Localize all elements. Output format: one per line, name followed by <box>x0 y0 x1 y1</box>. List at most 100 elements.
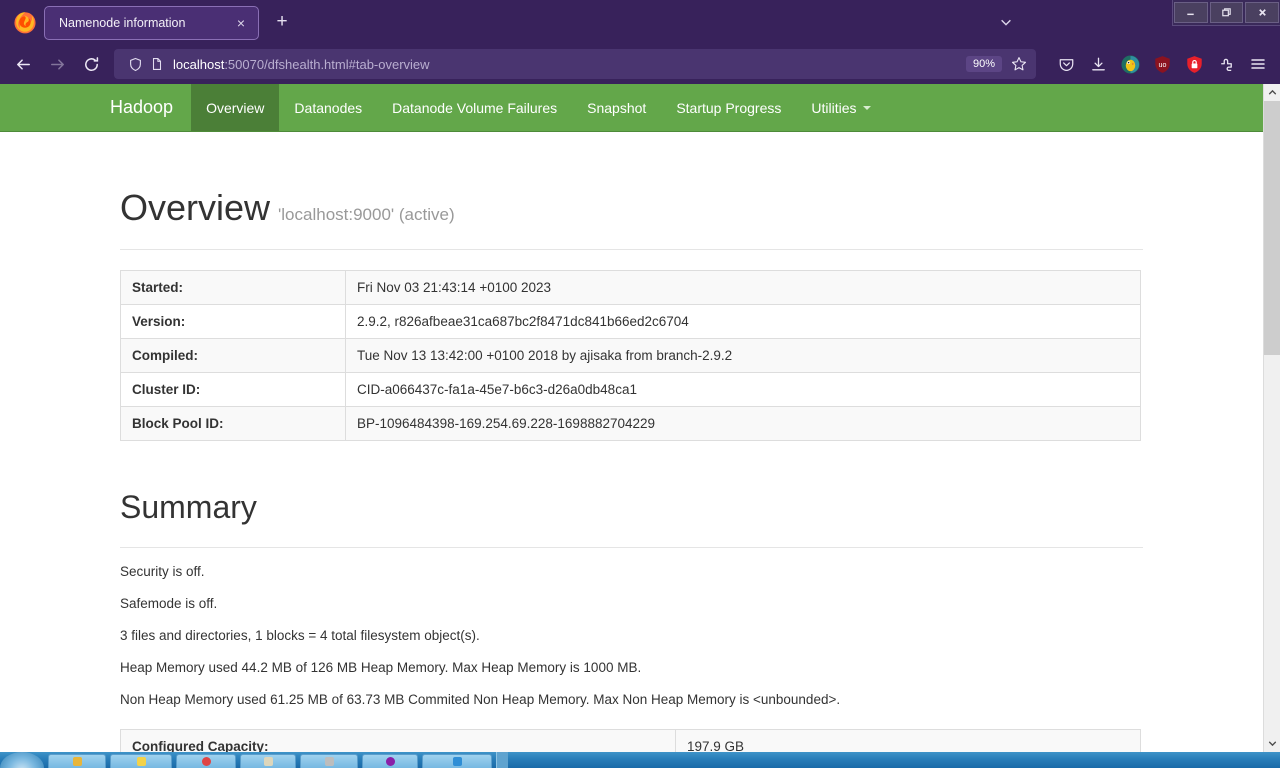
svg-text:uo: uo <box>1158 60 1166 68</box>
taskbar-item-icon <box>263 757 273 766</box>
shield-icon[interactable] <box>124 53 146 75</box>
chevron-down-icon[interactable] <box>994 10 1018 34</box>
divider <box>120 248 1143 250</box>
table-row: Cluster ID: CID-a066437c-fa1a-45e7-b6c3-… <box>120 371 1141 407</box>
back-button-icon[interactable] <box>6 49 40 79</box>
nav-item-datanode-volume-failures-label: Datanode Volume Failures <box>392 99 558 116</box>
account-extension-icon[interactable] <box>1210 49 1242 79</box>
row-key: Compiled: <box>120 337 346 373</box>
browser-tab-namenode-information[interactable]: Namenode information × <box>44 6 259 40</box>
url-bar[interactable]: localhost:50070/dfshealth.html#tab-overv… <box>114 49 1036 79</box>
nav-item-datanodes[interactable]: Datanodes <box>279 84 377 131</box>
table-row: Configured Capacity: 197.9 GB <box>120 728 1141 752</box>
page-scrollbar[interactable] <box>1263 84 1280 752</box>
bookmark-star-icon[interactable] <box>1006 51 1032 77</box>
tab-strip: Namenode information × + <box>0 0 1170 44</box>
taskbar-item[interactable] <box>48 754 106 768</box>
table-row: Version: 2.9.2, r826afbeae31ca687bc2f847… <box>120 303 1141 339</box>
nav-item-overview-label: Overview <box>206 99 265 116</box>
taskbar-item[interactable] <box>110 754 172 768</box>
hadoop-brand[interactable]: Hadoop <box>110 84 191 131</box>
summary-line: Security is off. <box>120 563 205 579</box>
row-key: Cluster ID: <box>120 371 346 407</box>
restore-button[interactable] <box>1209 2 1244 23</box>
show-desktop-button[interactable] <box>496 752 508 768</box>
scrollbar-thumb[interactable] <box>1264 101 1280 355</box>
firefox-logo-icon <box>14 12 36 34</box>
page-title: Overview 'localhost:9000' (active) <box>120 188 1143 228</box>
row-value: 197.9 GB <box>675 728 1141 752</box>
summary-line: Non Heap Memory used 61.25 MB of 63.73 M… <box>120 692 841 708</box>
nav-item-snapshot-label: Snapshot <box>587 99 647 116</box>
nav-item-datanodes-label: Datanodes <box>294 99 363 116</box>
table-row: Compiled: Tue Nov 13 13:42:00 +0100 2018… <box>120 337 1141 373</box>
taskbar-item[interactable] <box>176 754 236 768</box>
nav-item-startup-progress-label: Startup Progress <box>676 99 782 116</box>
taskbar-item[interactable] <box>300 754 358 768</box>
summary-text-block: Security is off. Safemode is off. 3 file… <box>120 564 1143 709</box>
close-icon[interactable]: × <box>230 12 252 34</box>
row-key: Configured Capacity: <box>120 728 676 752</box>
taskbar-item[interactable] <box>422 754 492 768</box>
summary-line: Heap Memory used 44.2 MB of 126 MB Heap … <box>120 660 642 676</box>
taskbar-item-icon <box>136 757 146 766</box>
capacity-info-table: Configured Capacity: 197.9 GB DFS Used: … <box>120 728 1141 752</box>
forward-button-icon <box>40 49 74 79</box>
divider <box>120 546 1143 548</box>
row-value: CID-a066437c-fa1a-45e7-b6c3-d26a0db48ca1 <box>345 371 1141 407</box>
reload-button-icon[interactable] <box>74 49 108 79</box>
ublock-origin-icon[interactable]: uo <box>1146 49 1178 79</box>
nav-item-datanode-volume-failures[interactable]: Datanode Volume Failures <box>377 84 572 131</box>
summary-title: Summary <box>120 488 257 525</box>
taskbar-item-icon <box>452 757 462 766</box>
nav-item-snapshot[interactable]: Snapshot <box>572 84 661 131</box>
pocket-save-icon[interactable] <box>1050 49 1082 79</box>
taskbar-item-icon <box>201 757 211 766</box>
url-text[interactable]: localhost:50070/dfshealth.html#tab-overv… <box>173 57 966 72</box>
window-controls <box>1172 0 1280 26</box>
row-value: Fri Nov 03 21:43:14 +0100 2023 <box>345 269 1141 305</box>
password-manager-lock-icon[interactable] <box>1178 49 1210 79</box>
scroll-down-arrow-icon[interactable] <box>1264 735 1280 752</box>
nav-item-utilities-label: Utilities <box>811 99 857 116</box>
tab-title: Namenode information <box>59 16 186 30</box>
hadoop-navbar: Hadoop Overview Datanodes Datanode Volum… <box>0 84 1263 132</box>
summary-line: 3 files and directories, 1 blocks = 4 to… <box>120 627 480 643</box>
page-document-icon <box>146 53 168 75</box>
start-button[interactable] <box>0 752 44 768</box>
page-subtitle: 'localhost:9000' (active) <box>278 205 455 224</box>
url-path: :50070/dfshealth.html#tab-overview <box>224 56 430 72</box>
nav-item-overview[interactable]: Overview <box>191 84 280 131</box>
new-tab-button[interactable]: + <box>267 7 297 37</box>
taskbar-item[interactable] <box>362 754 418 768</box>
close-button[interactable] <box>1245 2 1280 23</box>
row-key: Version: <box>120 303 346 339</box>
downloads-icon[interactable] <box>1082 49 1114 79</box>
row-key: Block Pool ID: <box>120 405 346 441</box>
extension-avatar-icon[interactable] <box>1114 49 1146 79</box>
hamburger-menu-icon[interactable] <box>1242 49 1274 79</box>
nav-item-startup-progress[interactable]: Startup Progress <box>661 84 796 131</box>
page-body: Overview 'localhost:9000' (active) Starte… <box>0 188 1263 752</box>
summary-line: Safemode is off. <box>120 595 218 611</box>
browser-chrome: Namenode information × + localhost:50070… <box>0 0 1280 84</box>
scroll-up-arrow-icon[interactable] <box>1264 84 1280 101</box>
taskbar-item[interactable] <box>240 754 296 768</box>
chevron-down-icon <box>862 105 871 110</box>
taskbar-item-icon <box>385 757 395 766</box>
row-value: BP-1096484398-169.254.69.228-16988827042… <box>345 405 1141 441</box>
row-key: Started: <box>120 269 346 305</box>
table-row: Block Pool ID: BP-1096484398-169.254.69.… <box>120 405 1141 441</box>
url-host: localhost <box>173 56 225 72</box>
row-value: 2.9.2, r826afbeae31ca687bc2f8471dc841b66… <box>345 303 1141 339</box>
os-taskbar <box>0 752 1280 768</box>
taskbar-item-icon <box>324 757 334 766</box>
row-value: Tue Nov 13 13:42:00 +0100 2018 by ajisak… <box>345 337 1141 373</box>
nav-item-utilities[interactable]: Utilities <box>796 84 885 131</box>
zoom-level-badge[interactable]: 90% <box>965 56 1002 72</box>
cluster-info-table: Started: Fri Nov 03 21:43:14 +0100 2023 … <box>120 269 1141 441</box>
toolbar-icon-group: uo <box>1050 49 1274 79</box>
navigation-toolbar: localhost:50070/dfshealth.html#tab-overv… <box>0 44 1280 84</box>
page-title-text: Overview <box>120 187 271 228</box>
minimize-button[interactable] <box>1174 2 1208 23</box>
